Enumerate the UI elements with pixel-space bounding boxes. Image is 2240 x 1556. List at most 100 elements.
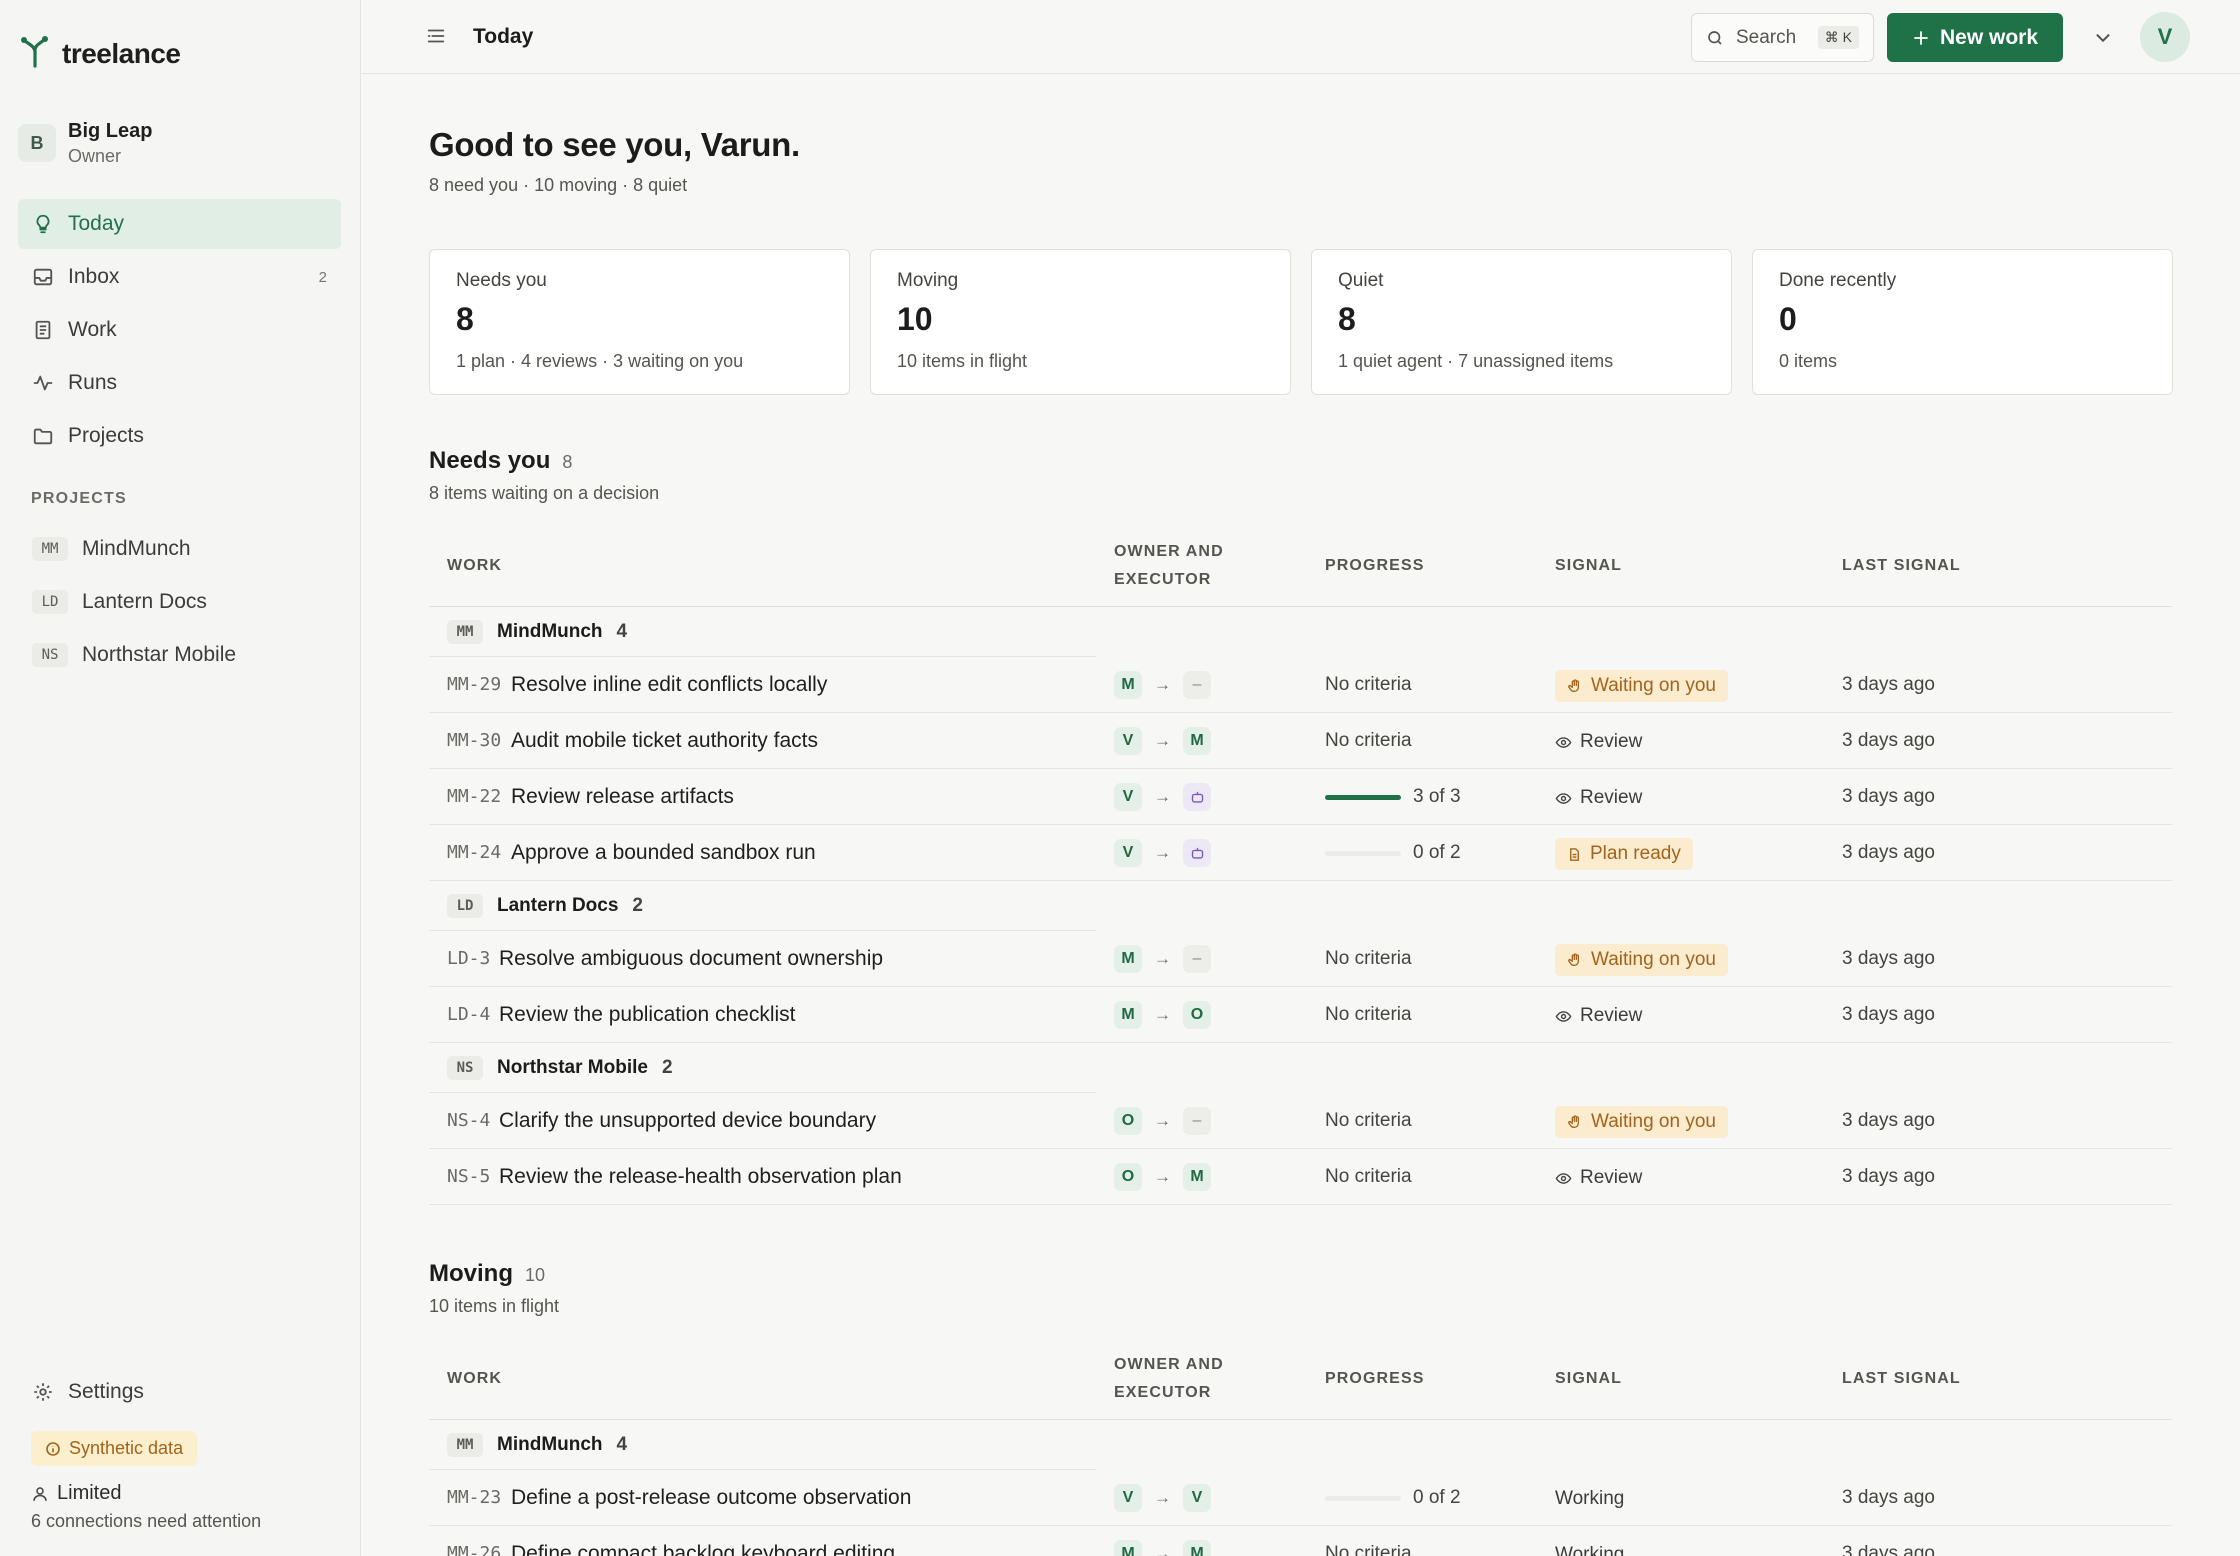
card-value: 0	[1779, 301, 1797, 337]
table-row[interactable]: MM-30 Audit mobile ticket authority facts…	[429, 713, 2172, 769]
project-code: MM	[32, 536, 68, 561]
column-last-signal[interactable]: LAST SIGNAL	[1842, 552, 1961, 580]
project-group-row[interactable]: LD Lantern Docs 2	[429, 881, 1096, 931]
project-group-count: 4	[616, 620, 628, 642]
search-shortcut: ⌘ K	[1817, 26, 1859, 49]
work-title[interactable]: Resolve ambiguous document ownership	[499, 947, 883, 971]
table-row[interactable]: LD-4 Review the publication checklist M → O N…	[429, 987, 2172, 1043]
executor-avatar: M	[1183, 1163, 1211, 1191]
project-name: Lantern Docs	[82, 589, 207, 613]
last-signal-time: 3 days ago	[1842, 1110, 1935, 1131]
signal-badge-waiting[interactable]: Waiting on you	[1555, 670, 1728, 702]
signal-badge-waiting[interactable]: Waiting on you	[1555, 1106, 1728, 1138]
work-title[interactable]: Clarify the unsupported device boundary	[499, 1109, 876, 1133]
column-progress[interactable]: PROGRESS	[1325, 1365, 1425, 1393]
connection-status[interactable]: Limited	[31, 1482, 121, 1505]
column-owner[interactable]: OWNER AND EXECUTOR	[1114, 538, 1254, 594]
info-icon	[46, 1441, 60, 1456]
signal-badge-plan[interactable]: Plan ready	[1555, 838, 1693, 870]
user-avatar[interactable]: V	[2140, 12, 2190, 62]
nav-item-projects[interactable]: Projects	[18, 411, 341, 461]
project-group-row[interactable]: NS Northstar Mobile 2	[429, 1043, 1096, 1093]
last-signal-time: 3 days ago	[1842, 1166, 1935, 1187]
sidebar-toggle-icon[interactable]	[425, 25, 447, 53]
work-title[interactable]: Approve a bounded sandbox run	[511, 841, 816, 865]
nav-item-inbox[interactable]: Inbox 2	[18, 252, 341, 302]
table-row[interactable]: MM-22 Review release artifacts V → 3 of 3 Rev…	[429, 769, 2172, 825]
card-quiet[interactable]: Quiet 8 1 quiet agent · 7 unassigned ite…	[1311, 249, 1732, 395]
card-value: 10	[897, 301, 933, 337]
last-signal-time: 3 days ago	[1842, 730, 1935, 751]
table-row[interactable]: NS-5 Review the release-health observatio…	[429, 1149, 2172, 1205]
card-value: 8	[456, 301, 474, 337]
project-item-mindmunch[interactable]: MM MindMunch	[18, 522, 341, 575]
signal-badge-review[interactable]: Review	[1555, 782, 1654, 814]
last-signal-time: 3 days ago	[1842, 1004, 1935, 1025]
card-needs-you[interactable]: Needs you 8 1 plan · 4 reviews · 3 waiti…	[429, 249, 850, 395]
signal-label: Review	[1580, 1005, 1643, 1026]
arrow-right-icon: →	[1154, 1544, 1171, 1556]
signal-badge-review[interactable]: Review	[1555, 1162, 1654, 1194]
new-work-button[interactable]: New work	[1887, 13, 2063, 62]
signal-cell: Working	[1555, 1483, 1636, 1515]
card-moving[interactable]: Moving 10 10 items in flight	[870, 249, 1291, 395]
nav-item-work[interactable]: Work	[18, 305, 341, 355]
work-id: MM-22	[447, 786, 502, 807]
nav-item-runs[interactable]: Runs	[18, 358, 341, 408]
owner-avatar: V	[1114, 1484, 1142, 1512]
signal-badge-review[interactable]: Review	[1555, 1000, 1654, 1032]
signal-badge-waiting[interactable]: Waiting on you	[1555, 944, 1728, 976]
work-title[interactable]: Define a post-release outcome observatio…	[511, 1486, 911, 1510]
synthetic-data-badge: Synthetic data	[31, 1431, 198, 1466]
table-row[interactable]: NS-4 Clarify the unsupported device bound…	[429, 1093, 2172, 1149]
card-done-recently[interactable]: Done recently 0 0 items	[1752, 249, 2173, 395]
column-signal[interactable]: SIGNAL	[1555, 552, 1622, 580]
card-description: 0 items	[1779, 351, 1838, 371]
work-title[interactable]: Resolve inline edit conflicts locally	[511, 673, 827, 697]
inbox-icon	[33, 268, 53, 286]
table-row[interactable]: MM-24 Approve a bounded sandbox run V → 0 of…	[429, 825, 2172, 881]
column-work[interactable]: WORK	[447, 1365, 502, 1393]
table-row[interactable]: MM-29 Resolve inline edit conflicts local…	[429, 657, 2172, 713]
owner-avatar: V	[1114, 839, 1142, 867]
project-name: MindMunch	[82, 536, 191, 560]
column-progress[interactable]: PROGRESS	[1325, 552, 1425, 580]
chevron-down-icon[interactable]	[2092, 27, 2114, 55]
column-last-signal[interactable]: LAST SIGNAL	[1842, 1365, 1961, 1393]
project-item-northstar-mobile[interactable]: NS Northstar Mobile	[18, 628, 341, 681]
table-row[interactable]: MM-23 Define a post-release outcome obser…	[429, 1470, 2172, 1526]
nav-item-today[interactable]: Today	[18, 199, 341, 249]
progress-cell: No criteria	[1325, 1166, 1412, 1188]
table-header: WORK OWNER AND EXECUTOR PROGRESS SIGNAL LAST…	[429, 1337, 2172, 1420]
work-title[interactable]: Review the publication checklist	[499, 1003, 795, 1027]
hand-icon	[1568, 679, 1579, 692]
search-button[interactable]: Search ⌘ K	[1691, 13, 1874, 62]
section-title: Needs you	[429, 447, 551, 474]
signal-label: Review	[1580, 731, 1643, 752]
column-owner[interactable]: OWNER AND EXECUTOR	[1114, 1351, 1254, 1407]
signal-badge-working[interactable]: Working	[1555, 1483, 1636, 1515]
signal-badge-review[interactable]: Review	[1555, 726, 1654, 758]
project-group-row[interactable]: MM MindMunch 4	[429, 607, 1096, 657]
settings-link[interactable]: Settings	[32, 1380, 144, 1404]
signal-label: Waiting on you	[1591, 675, 1716, 696]
project-group-count: 4	[616, 1433, 628, 1455]
work-title[interactable]: Audit mobile ticket authority facts	[511, 729, 818, 753]
arrow-right-icon: →	[1154, 787, 1171, 806]
column-signal[interactable]: SIGNAL	[1555, 1365, 1622, 1393]
brand[interactable]: treelance	[18, 34, 181, 74]
work-title[interactable]: Review the release-health observation pl…	[499, 1165, 902, 1189]
work-title[interactable]: Review release artifacts	[511, 785, 734, 809]
project-code: NS	[447, 1055, 483, 1080]
signal-cell: Waiting on you	[1555, 1106, 1728, 1138]
column-work[interactable]: WORK	[447, 552, 502, 580]
table-row[interactable]: MM-26 Define compact backlog keyboard edi…	[429, 1526, 2172, 1556]
project-group-row[interactable]: MM MindMunch 4	[429, 1420, 1096, 1470]
signal-badge-working[interactable]: Working	[1555, 1539, 1636, 1556]
project-item-lantern-docs[interactable]: LD Lantern Docs	[18, 575, 341, 628]
document-icon	[1570, 847, 1579, 861]
workspace-switcher[interactable]: B Big Leap Owner	[18, 118, 152, 168]
work-title[interactable]: Define compact backlog keyboard editing	[511, 1542, 895, 1556]
needs-you-heading: Needs you 8	[429, 447, 572, 475]
table-row[interactable]: LD-3 Resolve ambiguous document ownership…	[429, 931, 2172, 987]
